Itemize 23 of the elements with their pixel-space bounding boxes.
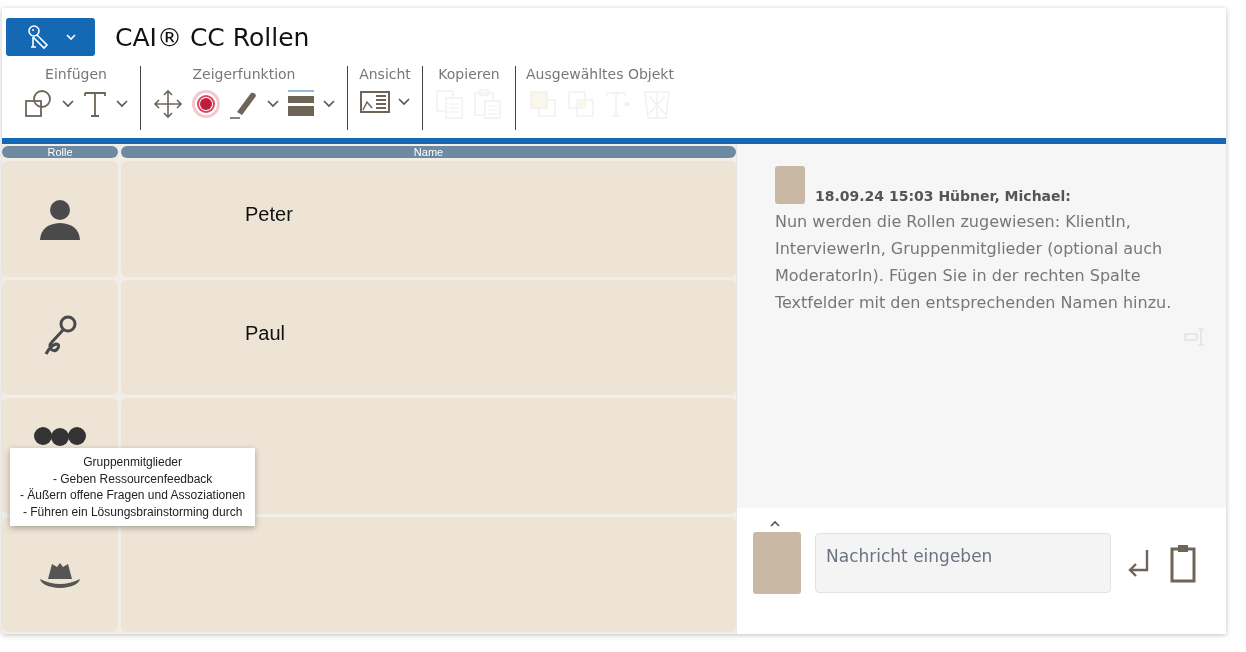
toolbar-group-label: Kopieren xyxy=(438,66,500,82)
message-input-field[interactable]: Nachricht eingeben xyxy=(815,533,1111,593)
app-menu-button[interactable] xyxy=(6,18,95,56)
column-header: Rolle xyxy=(2,146,118,158)
name-text: Peter xyxy=(245,203,293,225)
tooltip-line: Gruppenmitglieder xyxy=(83,454,182,471)
toolbar-group-label: Ansicht xyxy=(359,66,411,82)
avatar-photo-placeholder xyxy=(753,532,801,594)
toolbar-group-label: Zeigerfunktion xyxy=(192,66,296,82)
caret-up-icon[interactable] xyxy=(769,520,781,528)
tooltip-line: - Führen ein Lösungsbrainstorming durch xyxy=(22,503,243,520)
clipboard-icon[interactable] xyxy=(1169,543,1197,583)
toolbar-group-label: Einfügen xyxy=(45,66,107,82)
message-meta: 18.09.24 15:03 Hübner, Michael: xyxy=(815,188,1071,204)
document-title: CAI® CC Rollen xyxy=(115,22,310,52)
name-text: Paul xyxy=(245,321,286,344)
tooltip-line: - Geben Ressourcenfeedback xyxy=(52,470,213,487)
column-header: Name xyxy=(121,146,736,158)
avatar-photo-placeholder xyxy=(775,166,805,204)
tooltip-line: - Äußern offene Fragen und Assoziationen xyxy=(20,487,246,504)
chevron-down-icon xyxy=(64,33,77,41)
toolbar-group-label: Ausgewähltes Objekt xyxy=(526,66,674,82)
message-text: Nun werden die Rollen zugewiesen: KlientIn, InterviewerIn, Gruppenmitglieder (optional auch ModeratorIn). Fügen Sie in der rechten Spalte Textfelder mit den entsprechenden Namen hinzu. xyxy=(775,211,1173,314)
